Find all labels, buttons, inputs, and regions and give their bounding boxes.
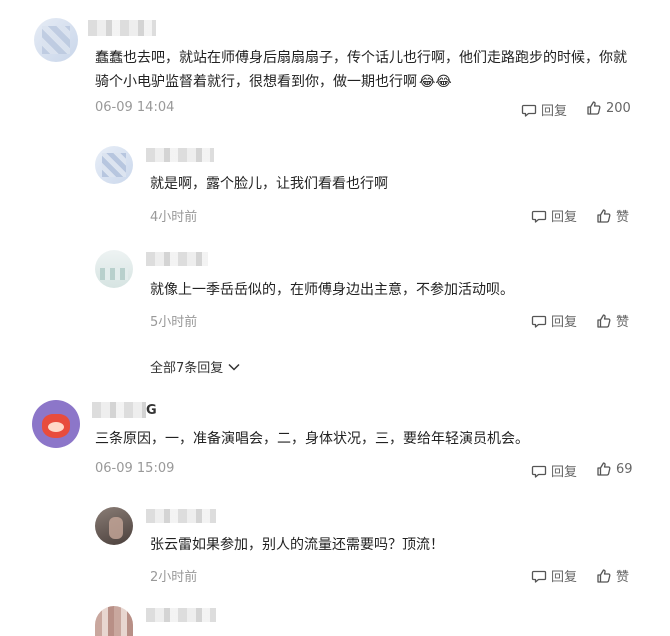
- comment-time: 06-09 15:09: [95, 461, 175, 476]
- comment-bubble-icon: [531, 570, 547, 583]
- reply-button[interactable]: 回复: [531, 566, 577, 585]
- reply-button[interactable]: 回复: [531, 311, 577, 330]
- avatar[interactable]: [95, 606, 133, 636]
- username[interactable]: [146, 509, 216, 523]
- comment-text: 蠢蠢也去吧，就站在师傅身后扇扇扇子，传个话儿也行啊，他们走路跑步的时候，你就 骑…: [95, 50, 627, 90]
- reply-text: 张云雷如果参加，别人的流量还需要吗？顶流！: [150, 537, 444, 553]
- reply-button[interactable]: 回复: [531, 206, 577, 225]
- like-button[interactable]: 赞: [596, 311, 629, 330]
- comment-bubble-icon: [531, 315, 547, 328]
- comment-time: 06-09 14:04: [95, 100, 175, 115]
- emoji: 😂: [435, 74, 452, 90]
- reply-text: 就像上一季岳岳似的，在师傅身边出主意，不参加活动呗。: [150, 282, 514, 298]
- like-button[interactable]: 赞: [596, 566, 629, 585]
- like-button[interactable]: 200: [586, 100, 631, 116]
- username[interactable]: [146, 148, 214, 162]
- thumbs-up-icon: [597, 313, 611, 328]
- username[interactable]: [146, 608, 216, 622]
- reply-text: 就是啊，露个脸儿，让我们看看也行啊: [150, 176, 388, 192]
- username[interactable]: [146, 252, 208, 266]
- reply-time: 2小时前: [150, 570, 198, 585]
- avatar[interactable]: [95, 146, 133, 184]
- like-button[interactable]: 赞: [596, 206, 629, 225]
- reply-button[interactable]: 回复: [521, 100, 567, 119]
- avatar[interactable]: [95, 507, 133, 545]
- reply-button[interactable]: 回复: [531, 461, 577, 480]
- comment-bubble-icon: [531, 210, 547, 223]
- like-button[interactable]: 69: [596, 461, 633, 477]
- username[interactable]: [88, 20, 156, 36]
- comment-bubble-icon: [531, 465, 547, 478]
- avatar[interactable]: [34, 18, 78, 62]
- thumbs-up-icon: [597, 462, 611, 476]
- emoji: 😂: [419, 74, 436, 90]
- comment-bubble-icon: [521, 104, 537, 117]
- reply-time: 4小时前: [150, 210, 198, 225]
- thumbs-up-icon: [597, 568, 611, 583]
- reply-time: 5小时前: [150, 315, 198, 330]
- avatar[interactable]: [32, 400, 80, 448]
- username[interactable]: [92, 402, 146, 418]
- username-tail: G: [146, 403, 157, 418]
- avatar[interactable]: [95, 250, 133, 288]
- thumbs-up-icon: [597, 208, 611, 223]
- chevron-down-icon: [228, 363, 240, 371]
- comment-text: 三条原因，一，准备演唱会，二，身体状况，三，要给年轻演员机会。: [95, 431, 529, 447]
- expand-replies-button[interactable]: 全部7条回复: [150, 357, 240, 376]
- thumbs-up-icon: [587, 101, 601, 115]
